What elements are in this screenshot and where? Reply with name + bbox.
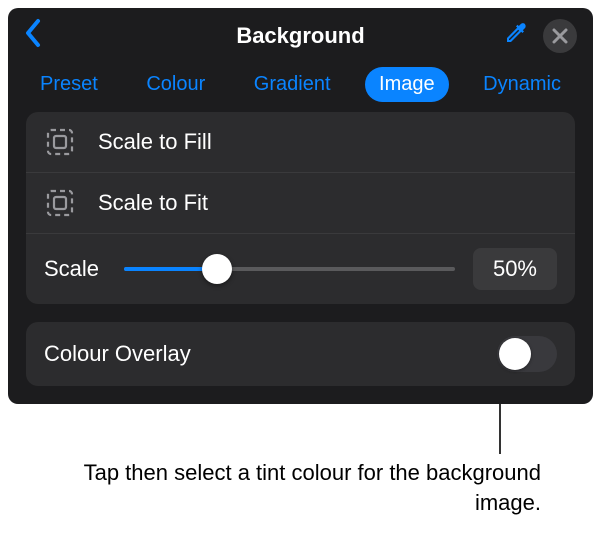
scale-value-field[interactable]: 50%	[473, 248, 557, 290]
eyedropper-icon	[503, 20, 529, 46]
scale-slider[interactable]	[124, 267, 455, 271]
callout-caption: Tap then select a tint colour for the ba…	[60, 458, 541, 517]
close-icon	[552, 28, 568, 44]
chevron-left-icon	[24, 18, 42, 48]
close-button[interactable]	[543, 19, 577, 53]
tab-gradient[interactable]: Gradient	[240, 67, 345, 102]
scale-slider-row: Scale 50%	[26, 234, 575, 304]
eyedropper-button[interactable]	[503, 20, 529, 51]
panel-header: Background	[8, 8, 593, 67]
tab-image[interactable]: Image	[365, 67, 449, 102]
colour-overlay-group: Colour Overlay	[26, 322, 575, 386]
page-title: Background	[236, 23, 364, 49]
back-button[interactable]	[24, 18, 42, 53]
toggle-knob	[499, 338, 531, 370]
scale-label: Scale	[44, 256, 106, 282]
colour-overlay-toggle[interactable]	[497, 336, 557, 372]
scale-options-group: Scale to Fill Scale to Fit Scale 50%	[26, 112, 575, 304]
scale-to-fit-row[interactable]: Scale to Fit	[26, 173, 575, 234]
colour-overlay-row: Colour Overlay	[26, 322, 575, 386]
background-type-tabs: Preset Colour Gradient Image Dynamic	[8, 67, 593, 112]
scale-fill-icon	[44, 126, 76, 158]
scale-to-fill-row[interactable]: Scale to Fill	[26, 112, 575, 173]
callout-leader-line	[499, 404, 501, 454]
tab-dynamic[interactable]: Dynamic	[469, 67, 575, 102]
tab-colour[interactable]: Colour	[132, 67, 219, 102]
colour-overlay-label: Colour Overlay	[44, 341, 191, 367]
slider-thumb[interactable]	[202, 254, 232, 284]
scale-fit-icon	[44, 187, 76, 219]
background-panel: Background Preset Colour Gradient Image …	[8, 8, 593, 404]
scale-to-fit-label: Scale to Fit	[98, 190, 208, 216]
scale-to-fill-label: Scale to Fill	[98, 129, 212, 155]
tab-preset[interactable]: Preset	[26, 67, 112, 102]
